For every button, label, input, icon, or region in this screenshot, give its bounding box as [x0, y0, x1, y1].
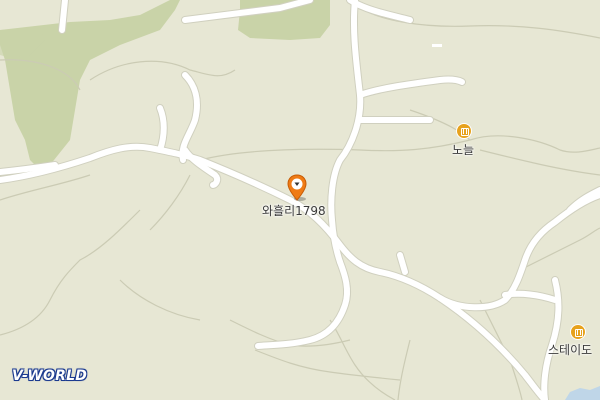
- building-icon[interactable]: [570, 324, 586, 340]
- poi-label: 노늘: [452, 143, 475, 157]
- poi-label: 스테이도: [548, 343, 593, 357]
- map-view[interactable]: 와흘리1798 노늘 스테이도 V-WORLD: [0, 0, 600, 400]
- vworld-logo: V-WORLD: [12, 368, 88, 384]
- map-pin-icon: [287, 174, 307, 201]
- building-icon[interactable]: [456, 123, 472, 139]
- marker-address-label: 와흘리1798: [262, 204, 326, 218]
- location-marker[interactable]: [286, 174, 308, 202]
